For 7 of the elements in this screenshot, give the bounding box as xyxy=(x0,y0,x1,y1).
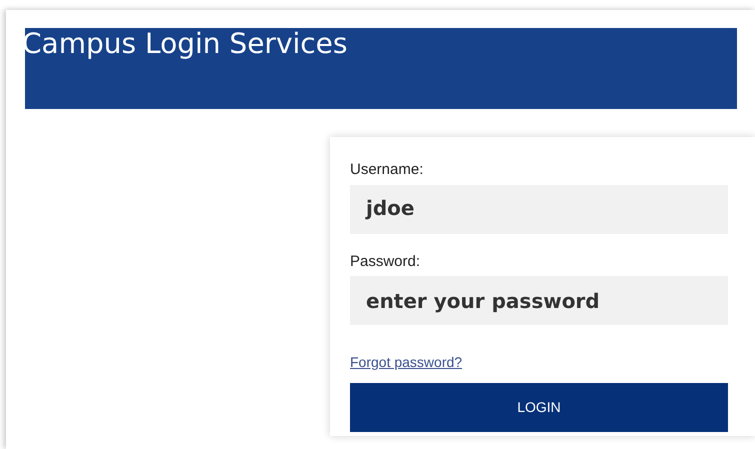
input-field[interactable]: enter your password xyxy=(350,276,728,325)
login-button[interactable]: LOGIN xyxy=(350,383,728,432)
input-field[interactable]: jdoe xyxy=(350,184,728,234)
field-label: Username: xyxy=(350,160,424,180)
field-label: Password: xyxy=(350,252,422,272)
page-title: Campus Login Services xyxy=(22,28,348,58)
forgot-password-link[interactable]: Forgot password? xyxy=(350,354,462,370)
